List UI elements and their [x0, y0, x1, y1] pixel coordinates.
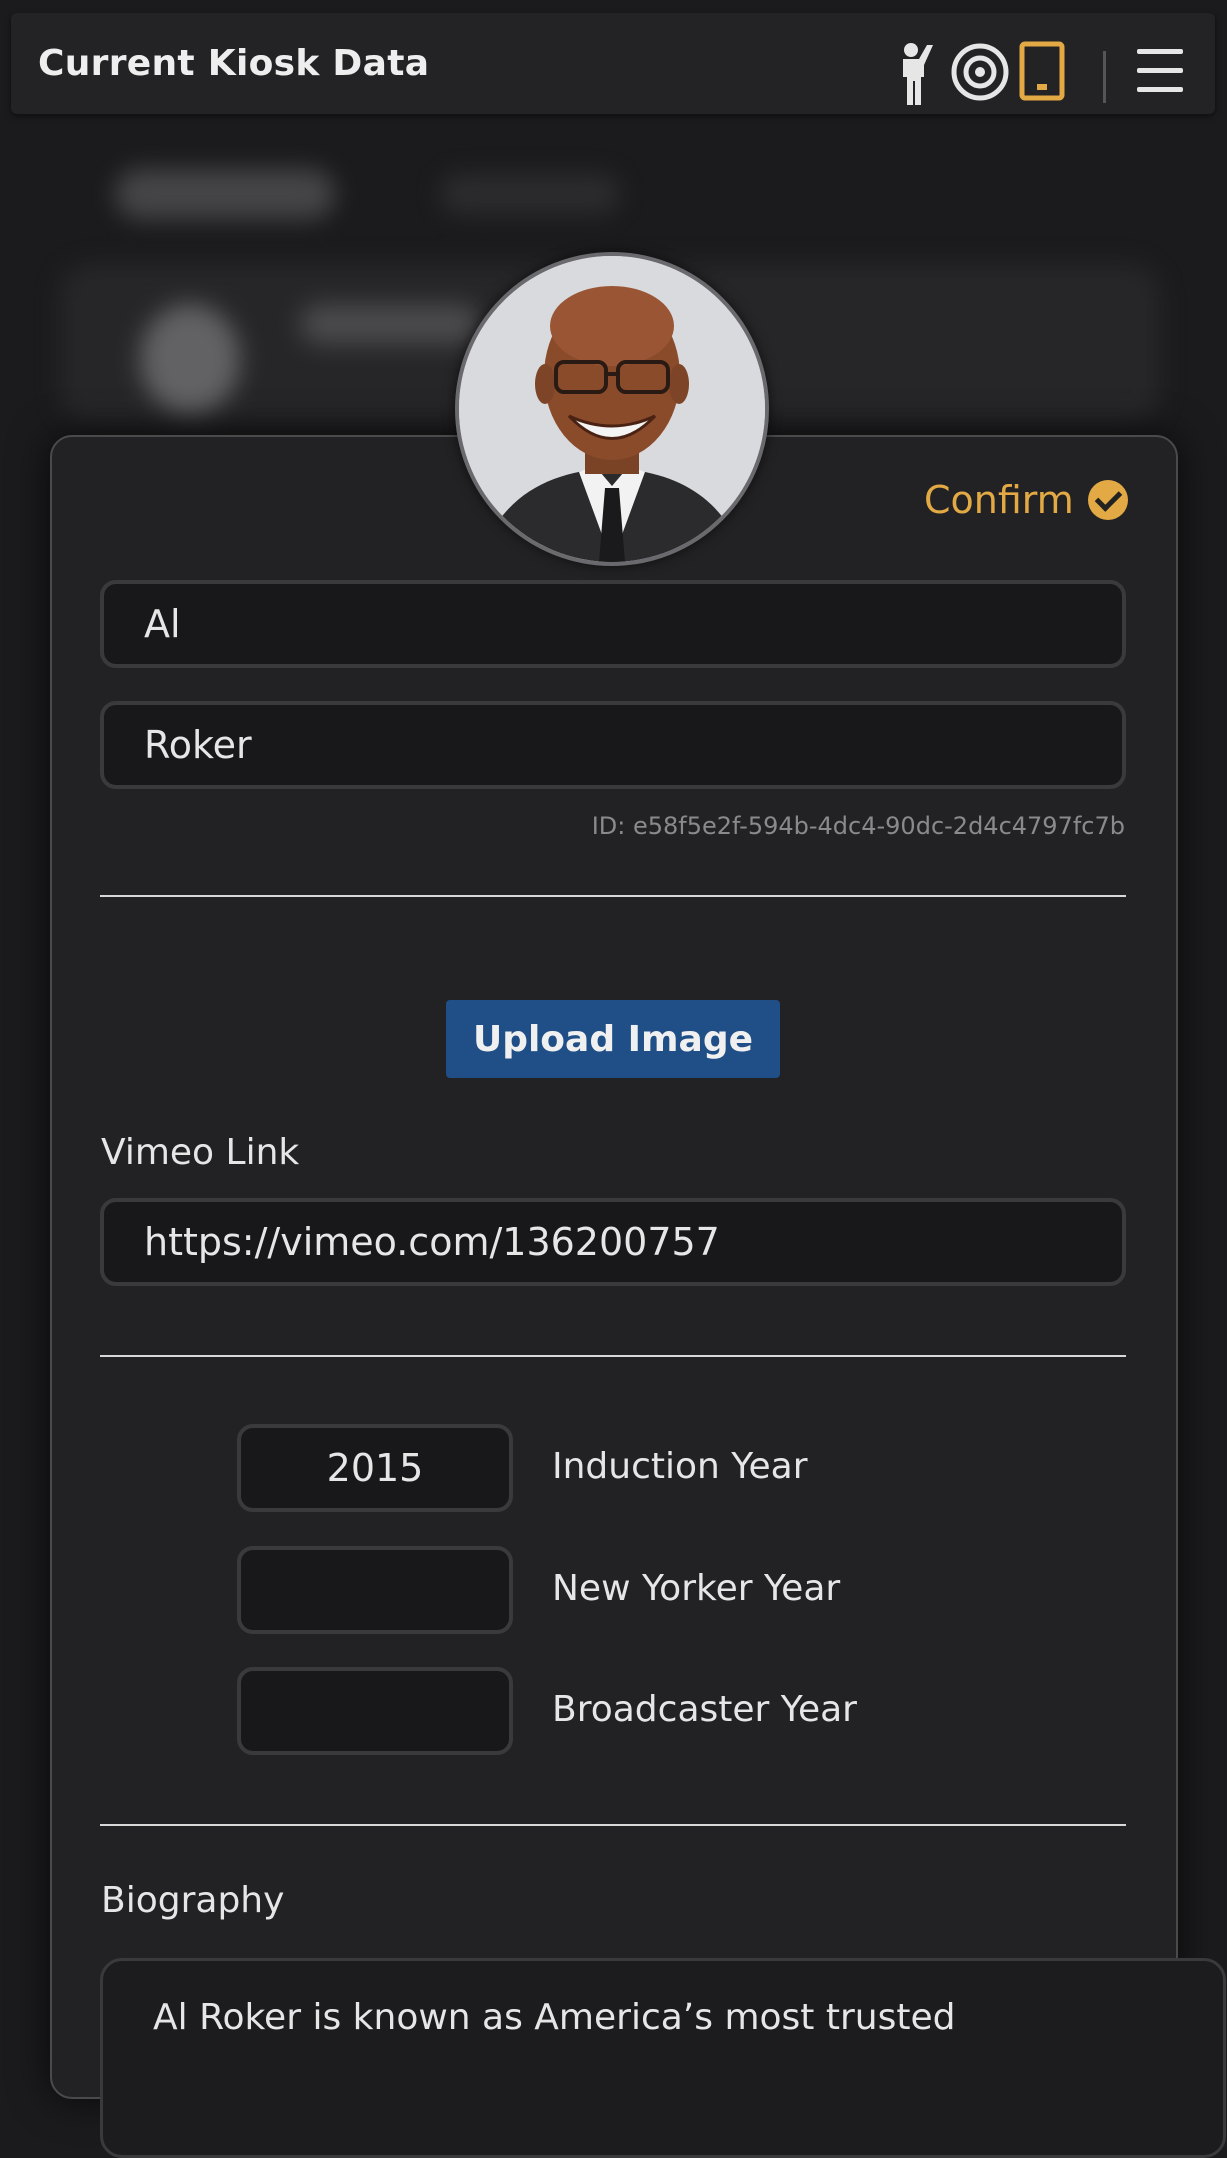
biography-text: Al Roker is known as America’s most trus… — [153, 1997, 956, 2038]
blurred-tab — [440, 174, 620, 214]
new-yorker-year-label: New Yorker Year — [552, 1568, 841, 1609]
blurred-text — [300, 304, 480, 344]
top-bar: Current Kiosk Data — [11, 13, 1215, 114]
confirm-label: Confirm — [924, 478, 1074, 522]
confirm-button[interactable]: Confirm — [924, 470, 1128, 530]
new-yorker-year-input[interactable] — [237, 1546, 513, 1634]
upload-image-button[interactable]: Upload Image — [446, 1000, 780, 1078]
hamburger-menu-icon[interactable] — [1135, 47, 1187, 95]
check-circle-icon — [1087, 480, 1128, 520]
header-separator — [1103, 51, 1106, 103]
broadcaster-year-label: Broadcaster Year — [552, 1689, 857, 1730]
divider — [100, 895, 1126, 897]
record-id: ID: e58f5e2f-594b-4dc4-90dc-2d4c4797fc7b — [591, 812, 1125, 840]
vimeo-link-input[interactable] — [100, 1198, 1126, 1286]
last-name-input[interactable] — [100, 701, 1126, 789]
biography-label: Biography — [101, 1880, 285, 1921]
biography-textarea[interactable]: Al Roker is known as America’s most trus… — [100, 1958, 1226, 2158]
blurred-heading — [115, 169, 335, 219]
induction-year-input[interactable] — [237, 1424, 513, 1512]
divider — [100, 1355, 1126, 1357]
tablet-icon[interactable] — [1018, 41, 1070, 101]
person-waving-icon[interactable] — [893, 41, 937, 107]
broadcaster-year-input[interactable] — [237, 1667, 513, 1755]
vimeo-link-label: Vimeo Link — [101, 1132, 300, 1173]
first-name-input[interactable] — [100, 580, 1126, 668]
app-title: Current Kiosk Data — [38, 43, 430, 84]
inductee-avatar — [455, 252, 769, 566]
divider — [100, 1824, 1126, 1826]
target-icon[interactable] — [949, 41, 1011, 103]
blurred-avatar — [140, 304, 240, 414]
induction-year-label: Induction Year — [552, 1446, 808, 1487]
portrait-image — [459, 256, 765, 562]
